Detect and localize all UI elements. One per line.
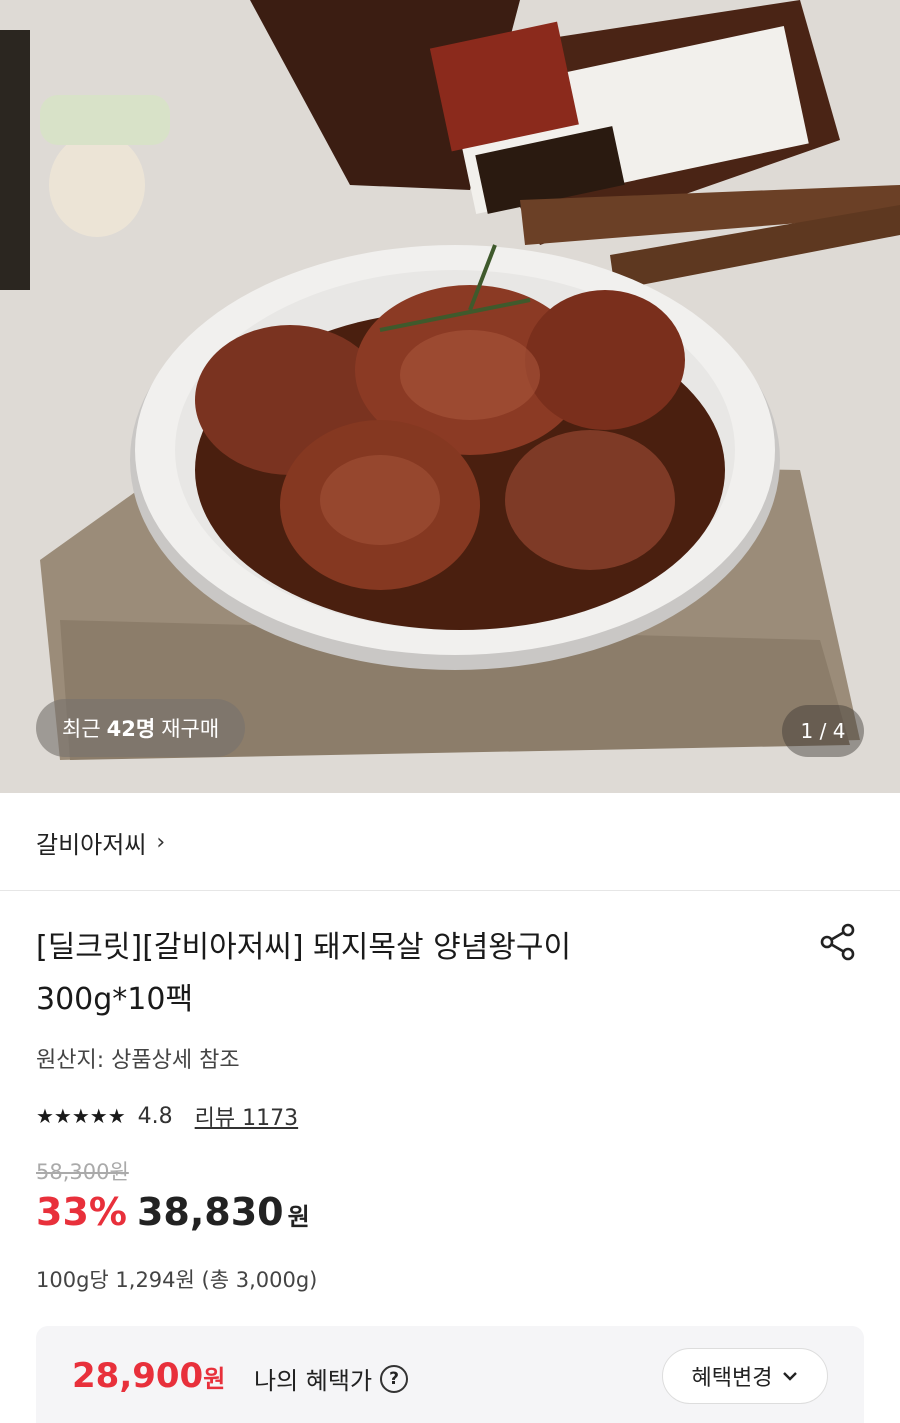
sale-price: 38,830 <box>136 1190 284 1234</box>
discount-rate: 33% <box>36 1190 127 1234</box>
product-photo <box>0 0 900 793</box>
sale-price-currency: 원 <box>287 1203 310 1231</box>
benefit-change-button[interactable]: 혜택변경 <box>662 1348 828 1404</box>
unit-price: 100g당 1,294원 (총 3,000g) <box>36 1268 318 1292</box>
rating-row: ★★★★★ 4.8 리뷰 1173 <box>36 1098 298 1134</box>
benefit-price-currency: 원 <box>203 1365 226 1393</box>
price-row: 33% 38,830 원 <box>36 1190 310 1234</box>
product-title-line-2: 300g*10팩 <box>36 982 194 1017</box>
benefit-label-group: 나의 혜택가 ? <box>254 1361 409 1396</box>
brand-link[interactable]: 갈비아저씨 › <box>36 822 165 862</box>
help-icon[interactable]: ? <box>380 1364 409 1393</box>
origin-info: 원산지: 상품상세 참조 <box>36 1048 240 1073</box>
product-image-carousel[interactable]: 최근 42명 재구매 1 / 4 <box>0 0 900 793</box>
benefit-label: 나의 혜택가 <box>254 1367 373 1395</box>
benefit-change-label: 혜택변경 <box>691 1366 773 1391</box>
image-counter: 1 / 4 <box>782 705 864 757</box>
benefit-box: 28,900원 나의 혜택가 ? 혜택변경 <box>36 1326 864 1423</box>
chevron-right-icon: › <box>156 829 166 855</box>
divider <box>0 890 900 891</box>
repurchase-badge: 최근 42명 재구매 <box>36 699 246 757</box>
share-button[interactable] <box>816 920 860 964</box>
benefit-price: 28,900원 <box>72 1356 225 1396</box>
share-icon <box>820 923 855 961</box>
benefit-price-value: 28,900 <box>72 1356 204 1396</box>
repurchase-prefix: 최근 <box>62 717 101 741</box>
rating-value: 4.8 <box>137 1103 173 1129</box>
original-price: 58,300원 <box>36 1160 129 1184</box>
repurchase-suffix: 재구매 <box>161 717 220 741</box>
product-title-line-1: [딜크릿][갈비아저씨] 돼지목살 양념왕구이 <box>36 930 572 965</box>
star-icon: ★★★★★ <box>36 1104 126 1128</box>
brand-name: 갈비아저씨 <box>36 830 147 859</box>
repurchase-count: 42명 <box>106 717 156 741</box>
chevron-down-icon <box>783 1372 798 1381</box>
product-title: [딜크릿][갈비아저씨] 돼지목살 양념왕구이 300g*10팩 <box>36 922 736 1026</box>
review-link[interactable]: 리뷰 1173 <box>195 1100 298 1132</box>
